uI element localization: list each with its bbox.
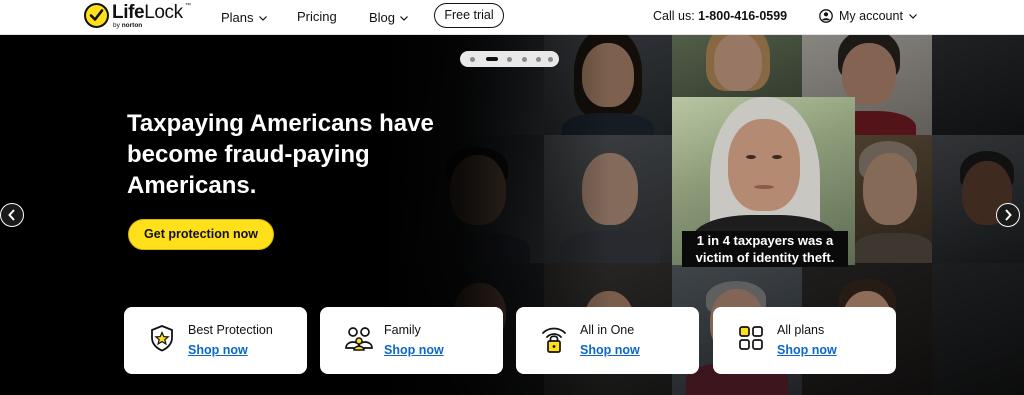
carousel-dot[interactable] [507, 57, 512, 62]
card-title: Family [384, 323, 421, 337]
card-family[interactable]: Family Shop now [320, 307, 503, 374]
card-best-protection[interactable]: Best Protection Shop now [124, 307, 307, 374]
chevron-down-icon [908, 8, 917, 22]
carousel-dot[interactable] [536, 57, 541, 62]
shop-now-link[interactable]: Shop now [580, 343, 640, 357]
hero-headline: Taxpaying Americans have become fraud-pa… [127, 110, 434, 199]
shop-now-link[interactable]: Shop now [188, 343, 248, 357]
carousel-next-button[interactable] [996, 203, 1020, 227]
nav-blog[interactable]: Blog [369, 9, 408, 25]
lifelock-logo[interactable]: LifeLock ™ by norton [84, 2, 194, 32]
grid-plans-icon [737, 324, 765, 352]
nav-pricing-label: Pricing [297, 9, 337, 24]
shop-now-link[interactable]: Shop now [777, 343, 837, 357]
get-protection-button[interactable]: Get protection now [128, 219, 274, 250]
carousel-dot[interactable] [548, 57, 553, 62]
user-circle-icon [819, 9, 833, 26]
logo-byline: by norton [113, 22, 143, 29]
hero-banner: 1 in 4 taxpayers was a victim of identit… [0, 35, 1024, 395]
card-title: All in One [580, 323, 635, 337]
my-account-label: My account [839, 9, 903, 23]
nav-plans[interactable]: Plans [221, 9, 267, 25]
card-title: Best Protection [188, 323, 273, 337]
card-all-plans[interactable]: All plans Shop now [713, 307, 896, 374]
checkmark-logo-icon [84, 3, 109, 28]
statistic-caption: 1 in 4 taxpayers was a victim of identit… [682, 231, 848, 267]
carousel-dot[interactable] [470, 57, 475, 62]
card-all-in-one[interactable]: All in One Shop now [516, 307, 699, 374]
carousel-dot[interactable] [522, 57, 527, 62]
shop-now-link[interactable]: Shop now [384, 343, 444, 357]
my-account-menu[interactable]: My account [819, 8, 917, 26]
logo-trademark: ™ [185, 3, 191, 9]
chevron-left-icon [8, 209, 15, 221]
chevron-right-icon [1005, 209, 1012, 221]
nav-plans-label: Plans [221, 10, 254, 25]
shield-star-icon [148, 324, 176, 352]
chevron-down-icon [258, 9, 267, 24]
carousel-indicators [460, 51, 559, 67]
logo-wordmark: LifeLock [112, 2, 183, 23]
call-us-phone[interactable]: Call us: 1-800-416-0599 [653, 9, 787, 23]
carousel-dot-active[interactable] [486, 57, 498, 61]
nav-pricing[interactable]: Pricing [297, 9, 337, 24]
carousel-prev-button[interactable] [0, 203, 24, 227]
free-trial-button[interactable]: Free trial [434, 3, 504, 28]
wifi-lock-icon [540, 324, 568, 353]
site-header: LifeLock ™ by norton Plans Pricing Blog … [0, 0, 1024, 35]
nav-blog-label: Blog [369, 10, 396, 25]
card-title: All plans [777, 323, 825, 337]
chevron-down-icon [400, 9, 408, 24]
family-icon [344, 324, 373, 352]
